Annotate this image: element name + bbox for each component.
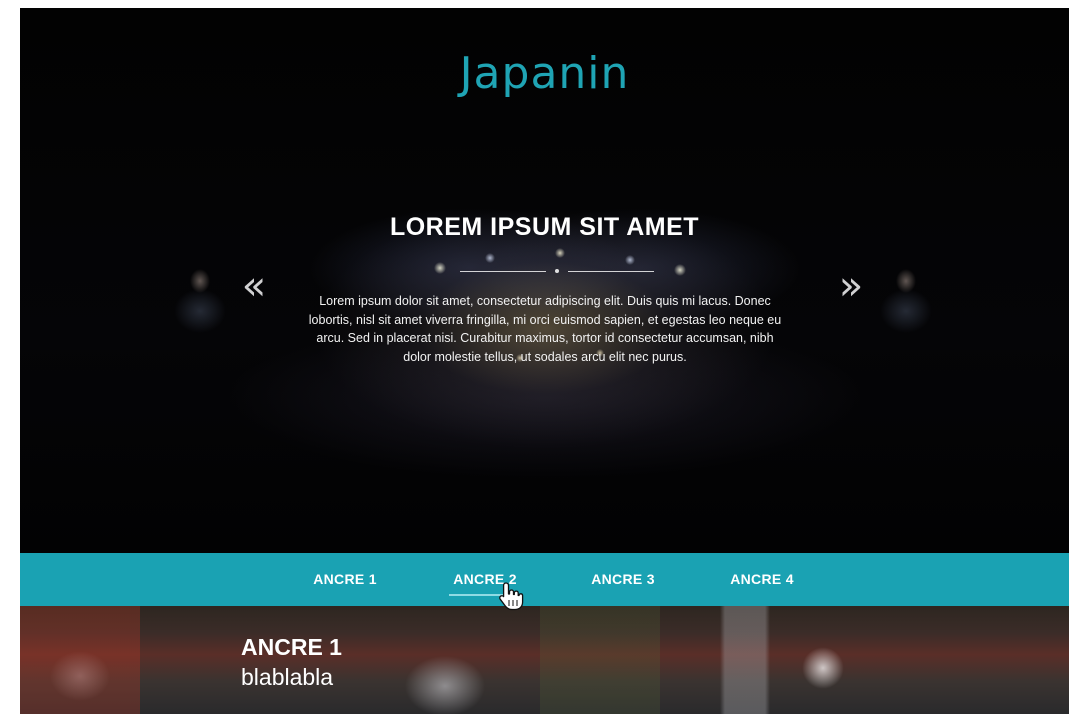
chevrons-left-icon[interactable]: « — [234, 263, 274, 309]
site-logo[interactable]: Japanin — [20, 48, 1069, 99]
hand-pointer-icon — [499, 582, 524, 611]
chevrons-right-icon[interactable]: » — [831, 263, 871, 309]
nav-item-ancre-1[interactable]: ANCRE 1 — [310, 571, 380, 591]
section-title: ANCRE 1 — [241, 634, 342, 660]
hero-slider: Japanin LOREM IPSUM SIT AMET Lorem ipsum… — [20, 8, 1069, 553]
nav-item-ancre-3[interactable]: ANCRE 3 — [588, 571, 658, 591]
hero-description: Lorem ipsum dolor sit amet, consectetur … — [308, 294, 782, 364]
prev-slide-thumbnail — [160, 263, 240, 333]
title-divider-left — [460, 271, 546, 272]
section-background-image — [20, 606, 1069, 714]
nav-item-ancre-4[interactable]: ANCRE 4 — [727, 571, 797, 591]
title-divider-dot — [555, 269, 559, 273]
title-divider-right — [568, 271, 654, 272]
next-slide-thumbnail — [866, 263, 946, 333]
anchor-navbar: ANCRE 1 ANCRE 2 ANCRE 3 ANCRE 4 — [20, 553, 1069, 606]
section-subtitle: blablabla — [241, 664, 334, 690]
hero-title: LOREM IPSUM SIT AMET — [389, 213, 700, 241]
anchor-section-1: ANCRE 1 blablabla — [20, 606, 1069, 714]
page: Japanin LOREM IPSUM SIT AMET Lorem ipsum… — [0, 0, 1069, 714]
